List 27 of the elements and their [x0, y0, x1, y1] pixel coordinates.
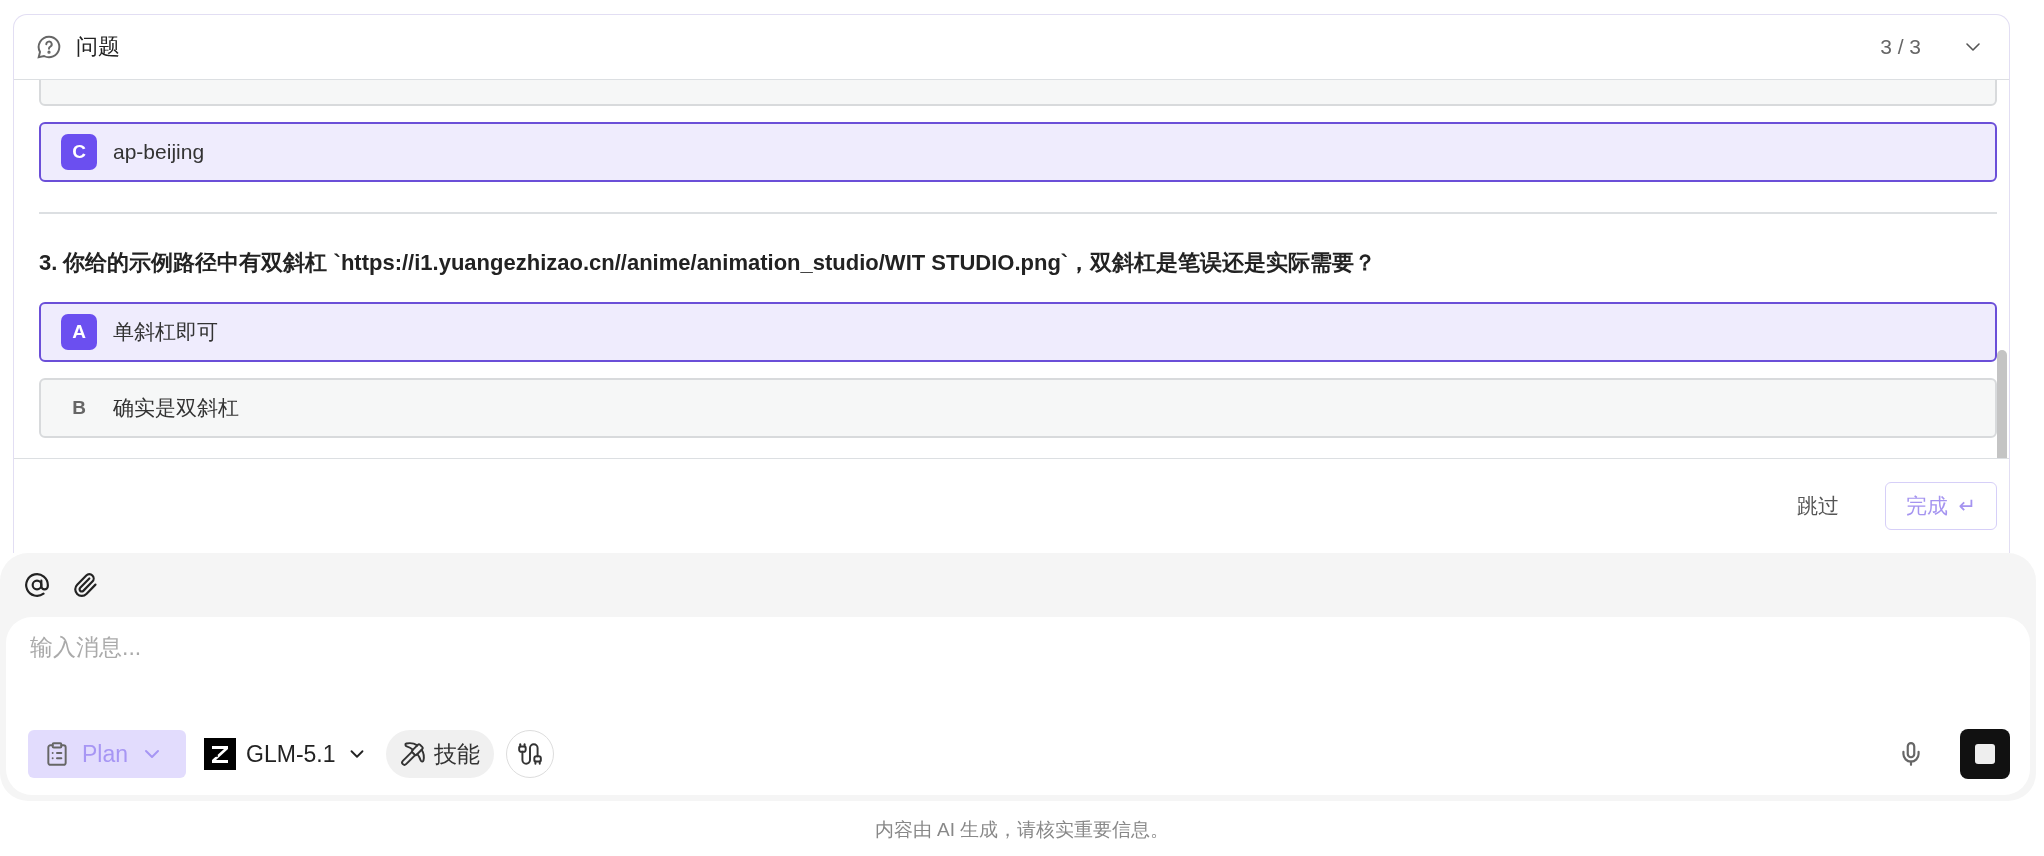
plug-icon — [516, 741, 543, 767]
option-letter: A — [61, 313, 97, 350]
attach-icon[interactable] — [72, 572, 98, 598]
option-label: 单斜杠即可 — [113, 318, 218, 345]
option-item[interactable]: B 确实是双斜杠 — [39, 377, 1997, 438]
stop-button[interactable] — [1960, 729, 2010, 779]
stop-icon — [1975, 744, 1995, 764]
message-input[interactable]: 输入消息... — [28, 633, 2010, 662]
pickaxe-icon — [399, 741, 426, 767]
disclaimer-text: 内容由 AI 生成，请核实重要信息。 — [873, 818, 1171, 842]
clipboard-icon — [44, 741, 70, 767]
skills-button[interactable]: 技能 — [385, 730, 494, 778]
mention-icon[interactable] — [24, 572, 50, 598]
option-label: 确实是双斜杠 — [113, 394, 239, 421]
plugin-button[interactable] — [505, 730, 554, 778]
question-counter: 3 / 3 — [1880, 35, 1921, 59]
question-bubble-icon — [36, 34, 62, 60]
skip-button[interactable]: 跳过 — [1791, 491, 1846, 521]
model-logo — [204, 738, 237, 770]
option-letter: C — [61, 134, 97, 170]
option-label: ap-beijing — [113, 140, 205, 164]
option-letter: B — [71, 395, 87, 420]
option-item[interactable]: A 单斜杠即可 — [39, 301, 1997, 362]
question-text: 3. 你给的示例路径中有双斜杠 `https://i1.yuangezhizao.cn//anime/animation_studio/WIT STUDIO.png`，双斜杠是笔误还是实际需要？ — [39, 248, 1378, 277]
panel-title: 问题 — [76, 33, 121, 61]
option-item[interactable]: C ap-beijing — [39, 122, 1997, 182]
model-selector[interactable]: GLM-5.1 — [198, 738, 374, 770]
